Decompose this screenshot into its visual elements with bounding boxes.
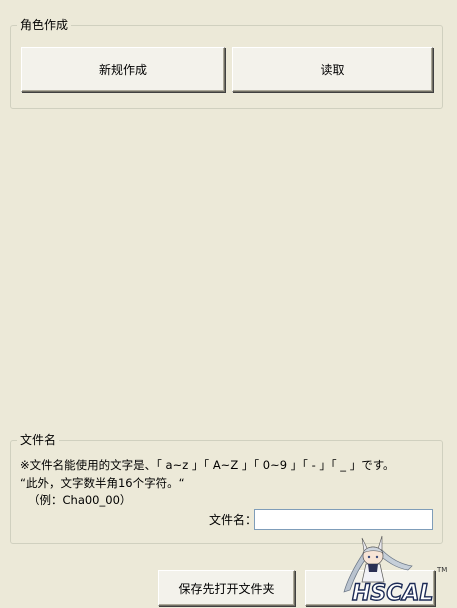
filename-field-label: 文件名：	[209, 513, 258, 527]
character-creation-title: 角色作成	[17, 18, 72, 33]
load-button-label: 读取	[320, 63, 345, 77]
load-button[interactable]: 读取	[232, 47, 433, 92]
filename-input[interactable]	[254, 509, 433, 530]
open-save-folder-button[interactable]: 保存先打开文件夹	[158, 570, 295, 606]
new-character-button-label: 新规作成	[98, 63, 147, 77]
filename-group-title: 文件名	[17, 433, 60, 448]
open-save-folder-label: 保存先打开文件夹	[178, 581, 275, 596]
logo-trademark: TM	[437, 566, 448, 574]
logo-text: HSCAL	[352, 581, 433, 606]
new-character-button[interactable]: 新规作成	[21, 47, 225, 92]
filename-rules-text: ※文件名能使用的文字是、「 a~z 」「 A~Z 」「 0~9 」「 - 」「 …	[20, 458, 395, 472]
filename-length-note: “此外，文字数半角16个字符。“	[20, 476, 185, 490]
filename-example: （例：Cha00_00）	[28, 493, 132, 507]
